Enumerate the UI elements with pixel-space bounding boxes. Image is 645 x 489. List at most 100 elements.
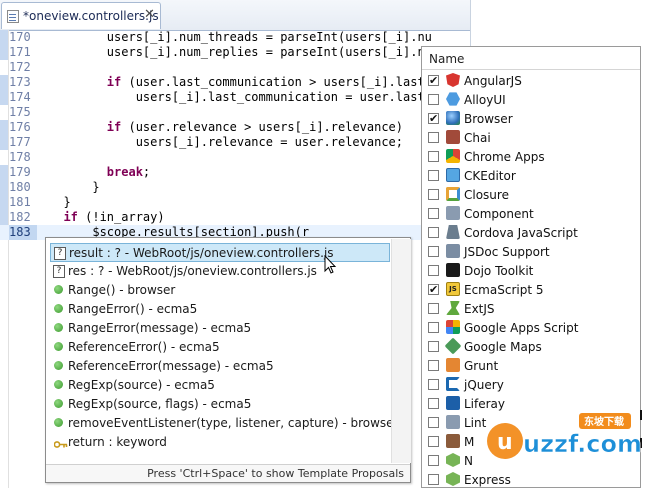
line-number: 182 [9,210,31,224]
code-line[interactable]: 175 [0,105,470,120]
method-icon [54,304,63,313]
proposal-item[interactable]: RegExp(source) - ecma5 [50,376,390,395]
code-line[interactable]: 182 if (!in_array) [0,210,470,225]
library-row[interactable]: ✔ JS EcmaScript 5 [422,280,640,299]
svg-text:u: u [497,430,513,455]
library-checkbox[interactable] [428,227,439,238]
library-row[interactable]: Chrome Apps [422,147,640,166]
code-text: users[_i].num_threads = parseInt(users[_… [49,30,432,44]
library-name: Closure [464,188,509,202]
library-checkbox[interactable] [428,151,439,162]
library-row[interactable]: Closure [422,185,640,204]
proposal-item[interactable]: RegExp(source, flags) - ecma5 [50,395,390,414]
library-checkbox[interactable] [428,303,439,314]
proposal-item[interactable]: RangeError(message) - ecma5 [50,319,390,338]
proposal-item[interactable]: ? res : ? - WebRoot/js/oneview.controller… [50,262,390,281]
library-checkbox[interactable] [428,246,439,257]
proposal-item[interactable]: ReferenceError(message) - ecma5 [50,357,390,376]
proposal-item[interactable]: ReferenceError() - ecma5 [50,338,390,357]
library-row[interactable]: Express [422,470,640,489]
code-line[interactable]: 180 } [0,180,470,195]
google-maps-icon [444,337,462,355]
library-row[interactable]: Google Maps [422,337,640,356]
library-row[interactable]: AlloyUI [422,90,640,109]
proposal-item[interactable]: return : keyword [50,433,390,452]
proposal-item[interactable]: Range() - browser [50,281,390,300]
library-checkbox[interactable]: ✔ [428,75,439,86]
code-line[interactable]: 172 [0,60,470,75]
library-checkbox[interactable] [428,474,439,485]
library-name: ExtJS [464,302,495,316]
tab-title: *oneview.controllers.js [23,9,159,23]
library-checkbox[interactable] [428,398,439,409]
library-row[interactable]: Cordova JavaScript [422,223,640,242]
library-checkbox[interactable] [428,132,439,143]
library-row[interactable]: CKEditor [422,166,640,185]
library-row[interactable]: ExtJS [422,299,640,318]
code-text: } [49,195,71,209]
line-number: 178 [9,150,31,164]
library-checkbox[interactable]: ✔ [428,113,439,124]
library-row[interactable]: JSDoc Support [422,242,640,261]
library-row[interactable]: jQuery [422,375,640,394]
library-checkbox[interactable] [428,189,439,200]
library-checkbox[interactable] [428,360,439,371]
library-row[interactable]: Component [422,204,640,223]
code-line[interactable]: 173 if (user.last_communication > users[… [0,75,470,90]
method-icon [54,399,63,408]
keyword-icon [53,438,68,448]
code-line[interactable]: 170 users[_i].num_threads = parseInt(use… [0,30,470,45]
assist-scrollbar[interactable] [391,239,411,463]
method-icon [54,380,63,389]
library-checkbox[interactable] [428,417,439,428]
proposal-item[interactable]: removeEventListener(type, listener, capt… [50,414,399,433]
dojo-icon [446,263,460,277]
method-icon [54,361,63,370]
proposal-item[interactable]: ? result : ? - WebRoot/js/oneview.control… [50,243,390,262]
library-checkbox[interactable] [428,436,439,447]
code-line[interactable]: 178 [0,150,470,165]
code-text: } [49,180,100,194]
library-name: Dojo Toolkit [464,264,534,278]
proposal-item[interactable]: RangeError() - ecma5 [50,300,390,319]
library-checkbox[interactable] [428,94,439,105]
library-name: Component [464,207,534,221]
library-checkbox[interactable]: ✔ [428,284,439,295]
library-row[interactable]: Dojo Toolkit [422,261,640,280]
library-checkbox[interactable] [428,265,439,276]
code-line[interactable]: 177 users[_i].relevance = user.relevance… [0,135,470,150]
lint-icon [446,415,460,429]
editor-tab[interactable]: *oneview.controllers.js ✕ [1,2,161,29]
proposal-label: return : keyword [68,435,167,449]
library-name: Chai [464,131,491,145]
library-row[interactable]: Grunt [422,356,640,375]
watermark-text: uzzf.com [523,430,642,458]
line-number: 179 [9,165,31,179]
library-row[interactable]: ✔ Browser [422,109,640,128]
library-name: AlloyUI [464,93,506,107]
proposal-label: RangeError(message) - ecma5 [68,321,252,335]
library-name: M [464,435,475,449]
close-icon[interactable]: ✕ [144,8,155,22]
code-line[interactable]: 179 break; [0,165,470,180]
proposal-label: ReferenceError() - ecma5 [68,340,220,354]
browser-globe-icon [446,111,460,125]
libraries-column-header[interactable]: Name [422,47,640,70]
library-checkbox[interactable] [428,208,439,219]
library-checkbox[interactable] [428,341,439,352]
library-checkbox[interactable] [428,170,439,181]
code-line[interactable]: 171 users[_i].num_replies = parseInt(use… [0,45,470,60]
closure-icon [446,187,460,201]
line-number: 181 [9,195,31,209]
code-line[interactable]: 176 if (user.relevance > users[_i].relev… [0,120,470,135]
library-checkbox[interactable] [428,379,439,390]
library-checkbox[interactable] [428,322,439,333]
library-checkbox[interactable] [428,455,439,466]
code-line[interactable]: 174 users[_i].last_communication = user.… [0,90,470,105]
library-row[interactable]: Google Apps Script [422,318,640,337]
library-name: jQuery [464,378,504,392]
chrome-icon [446,149,460,163]
code-line[interactable]: 181 } [0,195,470,210]
library-row[interactable]: Chai [422,128,640,147]
library-row[interactable]: ✔ AngularJS [422,71,640,90]
